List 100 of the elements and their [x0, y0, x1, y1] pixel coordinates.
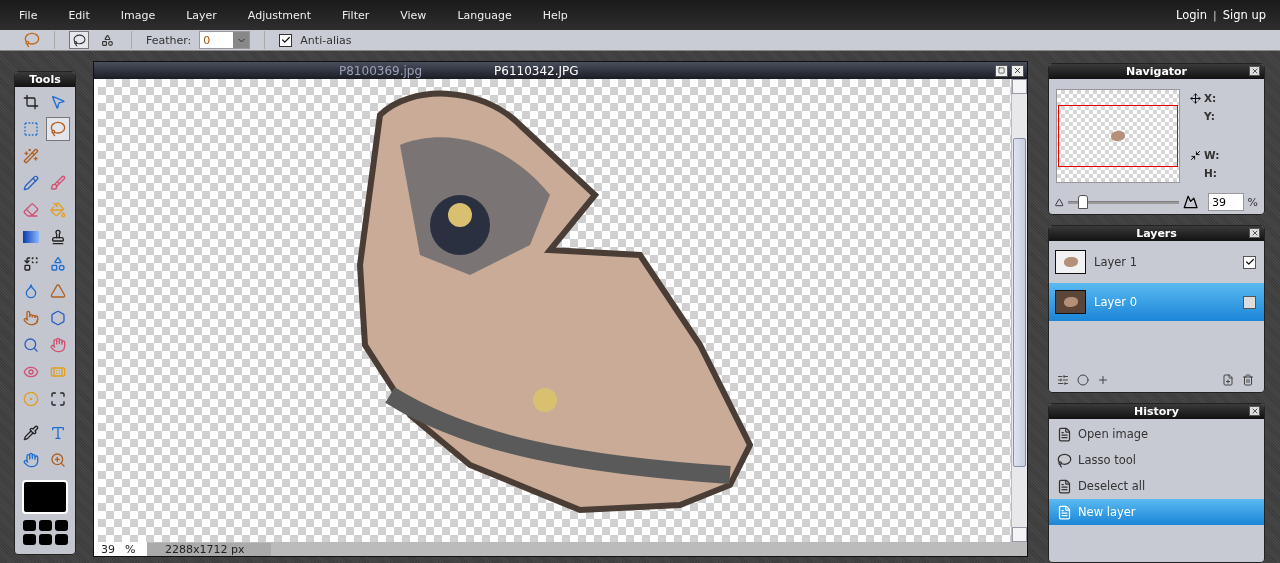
history-item[interactable]: Deselect all — [1049, 473, 1264, 499]
wand-icon — [23, 148, 39, 164]
image-size: 2288x1712 px — [147, 542, 271, 556]
lasso-icon — [24, 32, 40, 48]
target-icon — [23, 391, 39, 407]
shapes-icon — [100, 33, 114, 47]
dropper-icon — [23, 425, 39, 441]
close-button[interactable] — [1249, 66, 1260, 76]
menu-item[interactable]: Help — [542, 8, 568, 22]
swatch-slot[interactable] — [38, 520, 52, 531]
menu-item[interactable]: Edit — [68, 8, 90, 22]
lasso-icon — [50, 121, 66, 137]
coord-label: W: — [1204, 149, 1221, 161]
percent-label: % — [1247, 195, 1258, 209]
feather-label: Feather: — [146, 33, 192, 47]
coord-label: Y: — [1204, 111, 1216, 123]
feather-field[interactable]: 0 — [199, 31, 251, 49]
document-icon — [1057, 478, 1072, 494]
finger-icon — [23, 310, 39, 326]
swatch-slot[interactable] — [22, 520, 36, 531]
coord-label: H: — [1204, 168, 1218, 180]
menu-item[interactable]: Adjustment — [247, 8, 311, 22]
menu-item[interactable]: Layer — [186, 8, 217, 22]
zoom-input[interactable]: 39 — [1208, 193, 1244, 211]
document-icon — [1057, 426, 1072, 442]
expand-icon — [50, 391, 66, 407]
panel-title: Layers — [1049, 226, 1264, 241]
bandage-icon — [50, 364, 66, 380]
new-layer-icon[interactable] — [1222, 374, 1234, 386]
color-swatch[interactable] — [22, 480, 68, 514]
bucket-icon — [50, 202, 66, 218]
restore-button[interactable] — [995, 64, 1008, 77]
swatch-slot[interactable] — [54, 534, 68, 545]
pointer-icon — [50, 94, 66, 110]
panel-title: History — [1049, 404, 1264, 419]
large-mountain-icon — [1182, 194, 1198, 210]
scrollbar[interactable] — [1011, 79, 1027, 542]
gradient-icon — [23, 231, 39, 243]
menu-item[interactable]: Language — [457, 8, 512, 22]
brush-icon — [50, 175, 66, 191]
history-item[interactable]: Open image — [1049, 421, 1264, 447]
panel-title: Tools — [15, 72, 75, 87]
account-link[interactable]: Login — [1175, 8, 1207, 22]
window-title: P6110342.JPG — [494, 63, 579, 78]
swatch-slot[interactable] — [22, 534, 36, 545]
cone-icon — [50, 283, 66, 299]
hexagon-icon — [50, 310, 66, 326]
pencil-icon — [23, 175, 39, 191]
layer-name: Layer 1 — [1094, 255, 1139, 269]
layer-style-icon[interactable] — [1057, 374, 1069, 386]
separator-text: | — [1212, 8, 1217, 22]
hand-icon — [50, 337, 66, 353]
account-link[interactable]: Sign up — [1222, 8, 1266, 22]
stamp-icon — [50, 229, 66, 245]
close-icon — [1013, 66, 1022, 75]
menu-item[interactable]: View — [400, 8, 427, 22]
anti-alias-label: Anti-alias — [300, 33, 352, 47]
mask-icon[interactable] — [1077, 374, 1089, 386]
eraser-icon — [23, 202, 39, 218]
document-icon — [1057, 504, 1072, 520]
adjust-icon[interactable] — [1097, 374, 1109, 386]
small-mountain-icon — [1055, 197, 1064, 207]
zoom-field[interactable]: 39 % — [98, 542, 147, 556]
delete-icon[interactable] — [1242, 374, 1254, 386]
background-window-title[interactable]: P8100369.jpg — [339, 63, 423, 78]
menu-item[interactable]: File — [19, 8, 38, 22]
crop-icon — [23, 94, 39, 110]
visibility-checkbox[interactable] — [1243, 255, 1256, 269]
slider-thumb[interactable] — [1077, 195, 1088, 209]
swatch-slot[interactable] — [54, 520, 68, 531]
history-item[interactable]: Lasso tool — [1049, 447, 1264, 473]
shapes-icon — [50, 256, 66, 272]
crosshair-icon — [1190, 92, 1201, 104]
lasso-icon — [1057, 452, 1072, 468]
menu-item[interactable]: Image — [120, 8, 156, 22]
close-button[interactable] — [1249, 406, 1260, 416]
mode-button[interactable] — [69, 31, 89, 49]
menu-item[interactable]: Filter — [342, 8, 370, 22]
close-button[interactable] — [1249, 228, 1260, 238]
marquee-icon — [23, 121, 39, 137]
lasso-icon — [72, 33, 86, 47]
anti-alias-checkbox[interactable] — [279, 33, 293, 47]
swatch-slot[interactable] — [38, 534, 52, 545]
navigator-thumbnail[interactable] — [1056, 89, 1180, 183]
size-icon — [1190, 149, 1201, 161]
visibility-checkbox[interactable] — [1243, 295, 1256, 309]
replace-icon — [23, 256, 39, 272]
eye-icon — [23, 364, 39, 380]
zoom-icon — [50, 452, 66, 468]
droplet-icon — [23, 283, 39, 299]
layer-thumbnail — [1055, 290, 1086, 314]
panel-title: Navigator — [1049, 64, 1264, 79]
layer-name: Layer 0 — [1094, 295, 1139, 309]
type-icon — [50, 425, 66, 441]
close-button[interactable] — [1011, 64, 1024, 77]
layer-row[interactable]: Layer 1 — [1049, 243, 1264, 281]
coord-label: X: — [1204, 92, 1218, 104]
layer-thumbnail — [1055, 250, 1086, 274]
magnifier-icon — [23, 337, 39, 353]
restore-icon — [998, 67, 1005, 74]
